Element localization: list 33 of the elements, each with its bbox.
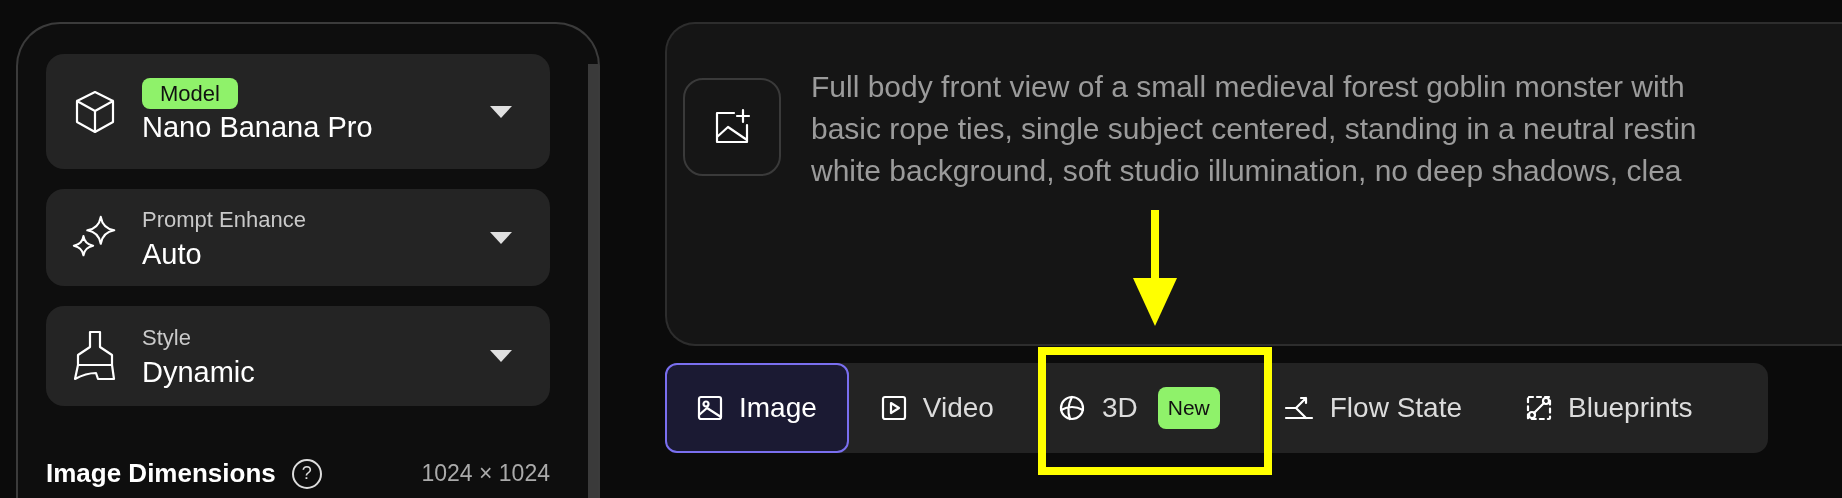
dimension-value: 1024 × 1024 [421, 459, 550, 489]
mode-tab[interactable]: Video [848, 363, 1026, 453]
setting-value: Auto [142, 236, 202, 272]
add-image-button[interactable] [683, 78, 781, 176]
setting-value: Nano Banana Pro [142, 110, 373, 146]
caret-icon [490, 105, 512, 118]
section-label: Image Dimensions [46, 457, 276, 490]
play-icon [880, 395, 907, 421]
prompt-text: basic rope ties, single subject centered, standing in a neutral restin [811, 111, 1697, 147]
setting-dropdown[interactable]: Style Dynamic [46, 306, 550, 406]
brush-icon [72, 329, 118, 383]
caret-icon [490, 350, 512, 362]
caret-icon [490, 231, 512, 244]
prompt-box[interactable] [665, 22, 1842, 346]
setting-dropdown[interactable]: Model Nano Banana Pro [46, 54, 550, 169]
setting-badge: Model [142, 77, 238, 110]
prompt-text: Full body front view of a small medieval forest goblin monster with [811, 69, 1686, 105]
setting-value: Dynamic [142, 355, 255, 391]
mode-tab[interactable]: Image [665, 363, 849, 453]
branch-arrow-icon [1283, 395, 1314, 421]
setting-label: Style [142, 324, 191, 353]
image-icon [697, 395, 723, 421]
mode-tab[interactable]: 3D New [1025, 363, 1252, 453]
globe-icon [1057, 394, 1086, 422]
new-badge: New [1157, 387, 1220, 429]
cube-icon [73, 88, 117, 135]
mode-tab[interactable]: Flow State [1251, 363, 1495, 453]
setting-dropdown[interactable]: Prompt Enhance Auto [46, 189, 550, 286]
help-icon[interactable]: ? [291, 458, 322, 489]
setting-label: Prompt Enhance [142, 205, 306, 234]
mode-tab[interactable]: Blueprints [1494, 363, 1725, 453]
node-path-icon [1526, 395, 1553, 421]
prompt-text: white background, soft studio illumination, no deep shadows, clea [811, 153, 1683, 189]
